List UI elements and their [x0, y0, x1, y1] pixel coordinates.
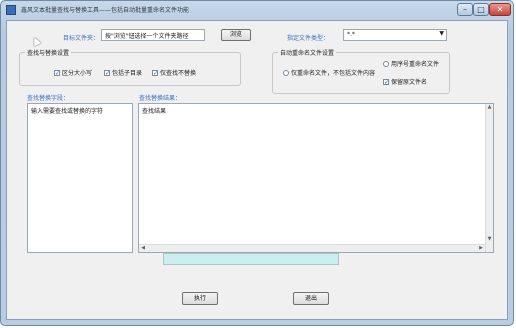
- progress-bar: [163, 253, 339, 265]
- radio-label: 用序号重命名文件: [391, 61, 440, 68]
- rename-settings-title: 自动重命名文件设置: [278, 48, 337, 57]
- result-label: 查找替换结果：: [139, 95, 182, 102]
- search-settings-title: 查找与替换设置: [25, 48, 72, 57]
- scroll-up-icon[interactable]: ▲: [486, 104, 493, 112]
- scroll-left-icon[interactable]: ◀: [139, 245, 147, 252]
- app-icon: [6, 5, 16, 15]
- vertical-scrollbar[interactable]: ▲ ▼: [485, 104, 493, 252]
- chevron-down-icon: ▼: [439, 30, 444, 37]
- radio-dot: [383, 60, 389, 67]
- checkbox-box: ✓: [383, 78, 390, 86]
- result-text-area[interactable]: 查找结果 ▲ ▼ ◀ ▶: [138, 103, 494, 253]
- keep-original-name-checkbox[interactable]: ✓ 保留原文件名: [383, 77, 427, 86]
- folder-path-input[interactable]: 按"浏览"钮选择一个文件夹路径: [101, 29, 205, 41]
- execute-button[interactable]: 执行: [182, 292, 218, 305]
- app-window: 鑫风文本批量查找与替换工具——包括自动批量重命名文件功能 – □ ✕ 目标文件夹…: [0, 0, 514, 326]
- checkbox-label: 仅查找不替换: [160, 70, 197, 77]
- rename-by-number-radio[interactable]: 用序号重命名文件: [383, 59, 439, 68]
- search-settings-group: 查找与替换设置 ✓ 区分大小写 ✓ 包括子目录 ✓ 仅查找不替换: [19, 48, 241, 86]
- checkbox-box: ✓: [104, 69, 111, 77]
- search-field-label: 查找替换字段：: [27, 95, 70, 102]
- rename-settings-group: 自动重命名文件设置 仅重命名文件，不包括文件内容 用序号重命名文件 ✓ 保留原文…: [272, 48, 450, 94]
- checkbox-box: ✓: [152, 69, 159, 77]
- checkbox-label: 包括子目录: [112, 70, 143, 77]
- browse-button[interactable]: 浏览: [221, 29, 251, 41]
- result-text-content: 查找结果: [142, 108, 167, 115]
- find-only-checkbox[interactable]: ✓ 仅查找不替换: [152, 68, 196, 77]
- checkbox-label: 保留原文件名: [391, 79, 428, 86]
- search-text-area[interactable]: 输入需要查找或替换的字符: [27, 103, 133, 253]
- search-text-content: 输入需要查找或替换的字符: [31, 108, 104, 115]
- close-button[interactable]: ✕: [489, 3, 511, 16]
- scroll-right-icon[interactable]: ▶: [477, 245, 485, 252]
- file-type-value: *.*: [347, 31, 355, 38]
- case-sensitive-checkbox[interactable]: ✓ 区分大小写: [54, 68, 92, 77]
- scroll-down-icon[interactable]: ▼: [486, 236, 493, 244]
- title-bar[interactable]: 鑫风文本批量查找与替换工具——包括自动批量重命名文件功能 – □ ✕: [1, 1, 513, 19]
- exit-button[interactable]: 退出: [293, 292, 329, 305]
- main-panel: 目标文件夹： 按"浏览"钮选择一个文件夹路径 浏览 指定文件类型： *.* ▼ …: [6, 20, 508, 320]
- file-type-label: 指定文件类型：: [287, 35, 330, 42]
- radio-dot: [283, 69, 289, 76]
- checkbox-label: 区分大小写: [62, 70, 93, 77]
- window-title: 鑫风文本批量查找与替换工具——包括自动批量重命名文件功能: [21, 7, 190, 14]
- file-type-select[interactable]: *.* ▼: [343, 29, 447, 41]
- radio-label: 仅重命名文件，不包括文件内容: [291, 70, 376, 77]
- checkbox-box: ✓: [54, 69, 61, 77]
- target-folder-label: 目标文件夹：: [63, 35, 100, 42]
- include-subdirs-checkbox[interactable]: ✓ 包括子目录: [104, 68, 142, 77]
- minimize-button[interactable]: –: [457, 3, 473, 16]
- maximize-button[interactable]: □: [473, 3, 489, 16]
- horizontal-scrollbar[interactable]: ◀ ▶: [139, 244, 485, 252]
- rename-only-radio[interactable]: 仅重命名文件，不包括文件内容: [283, 68, 375, 77]
